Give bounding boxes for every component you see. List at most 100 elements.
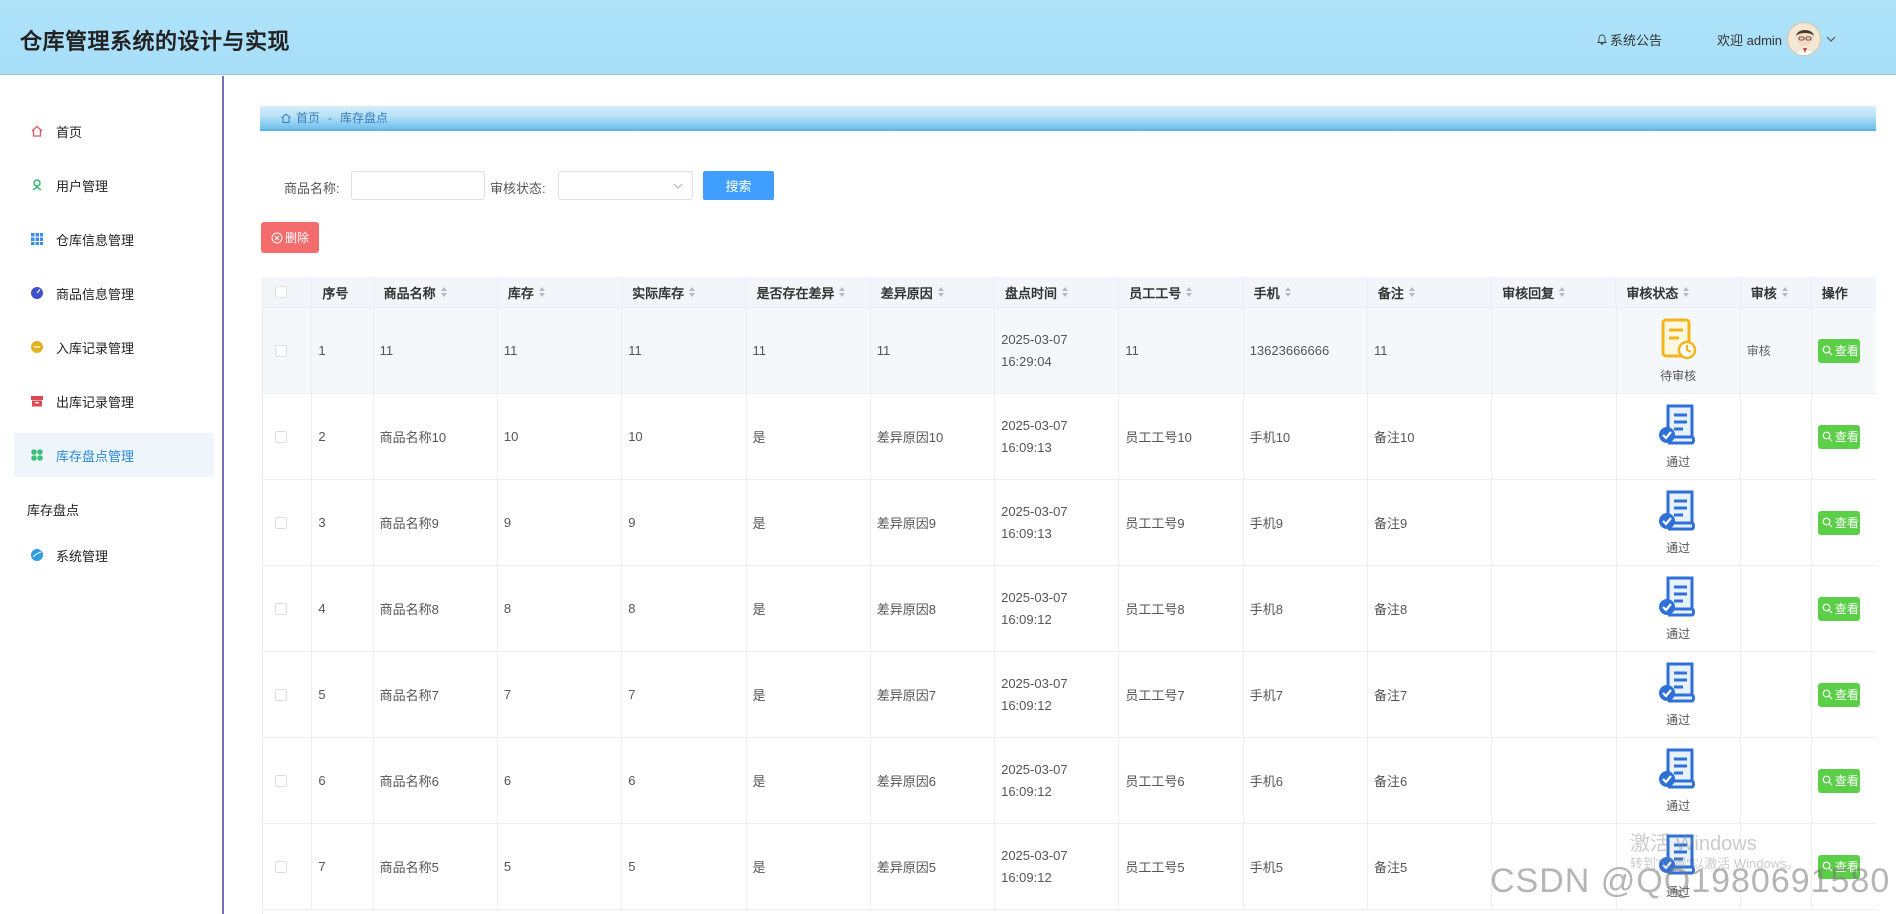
sort-icon[interactable]	[440, 286, 448, 298]
table-cell-note: 备注8	[1368, 566, 1493, 651]
sidebar-item-users[interactable]: 用户管理	[14, 163, 214, 207]
table-row[interactable]: 4 商品名称8 8 8 是 差异原因8 2025-03-07 16:09:12 员工工号8 手机…	[263, 566, 1876, 652]
sort-icon[interactable]	[1408, 286, 1416, 298]
table-row[interactable]: 3 商品名称9 9 9 是 差异原因9 2025-03-07 16:09:13 员工工号9 手机…	[263, 480, 1876, 566]
table-cell-status: 通过	[1617, 566, 1741, 651]
row-checkbox[interactable]	[275, 602, 287, 615]
table-row[interactable]: 5 商品名称7 7 7 是 差异原因7 2025-03-07 16:09:12 员工工号7 手机…	[263, 652, 1876, 738]
table-cell-index: 3	[312, 480, 374, 565]
delete-button[interactable]: 删除	[261, 222, 319, 253]
row-checkbox[interactable]	[275, 516, 287, 529]
view-button[interactable]: 查看	[1817, 510, 1860, 535]
sidebar-item-label: 仓库信息管理	[56, 232, 135, 248]
sidebar-item-home[interactable]: 首页	[14, 109, 214, 153]
table-cell-audit: 审核	[1741, 308, 1812, 393]
search-icon	[1822, 603, 1833, 614]
row-checkbox[interactable]	[275, 430, 287, 443]
column-header[interactable]: 库存	[498, 277, 623, 307]
cell-text: 5	[503, 859, 512, 874]
table-cell-actual: 11	[622, 308, 747, 393]
system-notice-link[interactable]: 系统公告	[1597, 30, 1662, 49]
search-button[interactable]: 搜索	[703, 171, 774, 200]
view-button[interactable]: 查看	[1817, 596, 1860, 621]
table-cell-emp: 员工工号10	[1119, 394, 1244, 479]
sort-icon[interactable]	[1061, 286, 1069, 298]
row-checkbox[interactable]	[275, 860, 287, 873]
view-button[interactable]: 查看	[1817, 768, 1860, 793]
sidebar-submenu-stocktake[interactable]: 库存盘点	[27, 500, 79, 519]
column-header[interactable]: 审核状态	[1616, 277, 1741, 307]
row-checkbox[interactable]	[275, 688, 287, 701]
sort-icon[interactable]	[937, 286, 945, 298]
sort-icon[interactable]	[1284, 286, 1292, 298]
column-header[interactable]: 审核回复	[1492, 277, 1617, 307]
table-cell-index: 2	[312, 394, 374, 479]
audit-link[interactable]: 审核	[1747, 342, 1771, 359]
sidebar-item-warehouse[interactable]: 仓库信息管理	[14, 217, 214, 261]
cell-text: 手机7	[1249, 688, 1283, 703]
column-header[interactable]: 审核	[1741, 277, 1812, 307]
sidebar-item-stocktake[interactable]: 库存盘点管理	[14, 433, 214, 477]
sidebar-item-products[interactable]: 商品信息管理	[14, 271, 214, 315]
table-cell-status: 通过	[1617, 480, 1741, 565]
table-cell-audit	[1741, 480, 1812, 565]
box-icon	[31, 396, 43, 407]
sort-icon[interactable]	[1682, 286, 1690, 298]
table-cell-reply	[1492, 394, 1617, 479]
sort-icon[interactable]	[838, 286, 846, 298]
table-cell-note: 备注5	[1368, 824, 1493, 909]
coin-icon	[31, 341, 43, 353]
sort-icon[interactable]	[1558, 286, 1566, 298]
breadcrumb-home[interactable]: 首页	[296, 109, 320, 126]
approved-document-icon	[1659, 748, 1696, 789]
sidebar-item-system[interactable]: 系统管理	[14, 533, 214, 577]
cell-text: 备注6	[1373, 774, 1408, 789]
avatar[interactable]	[1787, 22, 1821, 56]
column-header[interactable]: 差异原因	[871, 277, 995, 307]
product-name-input[interactable]	[351, 171, 485, 200]
view-button[interactable]: 查看	[1817, 682, 1860, 707]
cell-text: 备注10	[1373, 430, 1415, 445]
table-cell-status: 通过	[1617, 738, 1741, 823]
sidebar-item-inbound[interactable]: 入库记录管理	[14, 325, 214, 369]
view-button[interactable]: 查看	[1817, 424, 1860, 449]
delete-label: 删除	[284, 231, 309, 245]
select-all-checkbox[interactable]	[275, 286, 287, 298]
table-cell-actual: 5	[622, 824, 747, 909]
table-cell-status: 通过	[1617, 394, 1741, 479]
table-row[interactable]: 6 商品名称6 6 6 是 差异原因6 2025-03-07 16:09:12 员工工号6 手机…	[263, 738, 1876, 824]
column-header[interactable]: 盘点时间	[995, 277, 1120, 307]
column-header[interactable]: 备注	[1368, 277, 1493, 307]
table-row[interactable]: 2 商品名称10 10 10 是 差异原因10 2025-03-07 16:09:13 员工工…	[263, 394, 1876, 480]
sort-icon[interactable]	[538, 286, 546, 298]
status-label: 通过	[1666, 455, 1691, 469]
cell-text: 1	[318, 343, 326, 358]
cell-text: 手机6	[1249, 774, 1283, 789]
column-header[interactable]: 商品名称	[374, 277, 498, 307]
compass-icon	[31, 287, 43, 299]
cell-text: 差异原因9	[876, 516, 937, 531]
cell-text: 3	[318, 515, 326, 530]
sort-icon[interactable]	[1781, 286, 1789, 298]
table-cell-note: 备注6	[1368, 738, 1493, 823]
row-checkbox[interactable]	[275, 344, 287, 357]
column-header[interactable]: 操作	[1812, 277, 1876, 307]
sort-icon[interactable]	[688, 286, 696, 298]
column-header[interactable]: 手机	[1244, 277, 1368, 307]
column-header[interactable]: 员工工号	[1119, 277, 1244, 307]
status-label: 待审核	[1660, 369, 1697, 383]
column-header[interactable]: 序号	[312, 277, 374, 307]
table-row[interactable]: 1 11 11 11 11 11 2025-03-07 16:29:04 11 13623666…	[263, 308, 1876, 394]
table-cell-op: 查看	[1812, 566, 1876, 651]
chevron-down-icon[interactable]	[1825, 33, 1837, 45]
view-button[interactable]: 查看	[1817, 338, 1860, 363]
table-cell-audit	[1741, 566, 1812, 651]
column-header[interactable]: 实际库存	[622, 277, 747, 307]
status-label: 通过	[1666, 541, 1691, 555]
table-cell-reason: 差异原因7	[871, 652, 996, 737]
table-cell-index: 6	[312, 738, 374, 823]
sidebar-item-outbound[interactable]: 出库记录管理	[14, 379, 214, 423]
row-checkbox[interactable]	[275, 774, 287, 787]
sort-icon[interactable]	[1185, 286, 1193, 298]
column-header[interactable]: 是否存在差异	[746, 277, 871, 307]
